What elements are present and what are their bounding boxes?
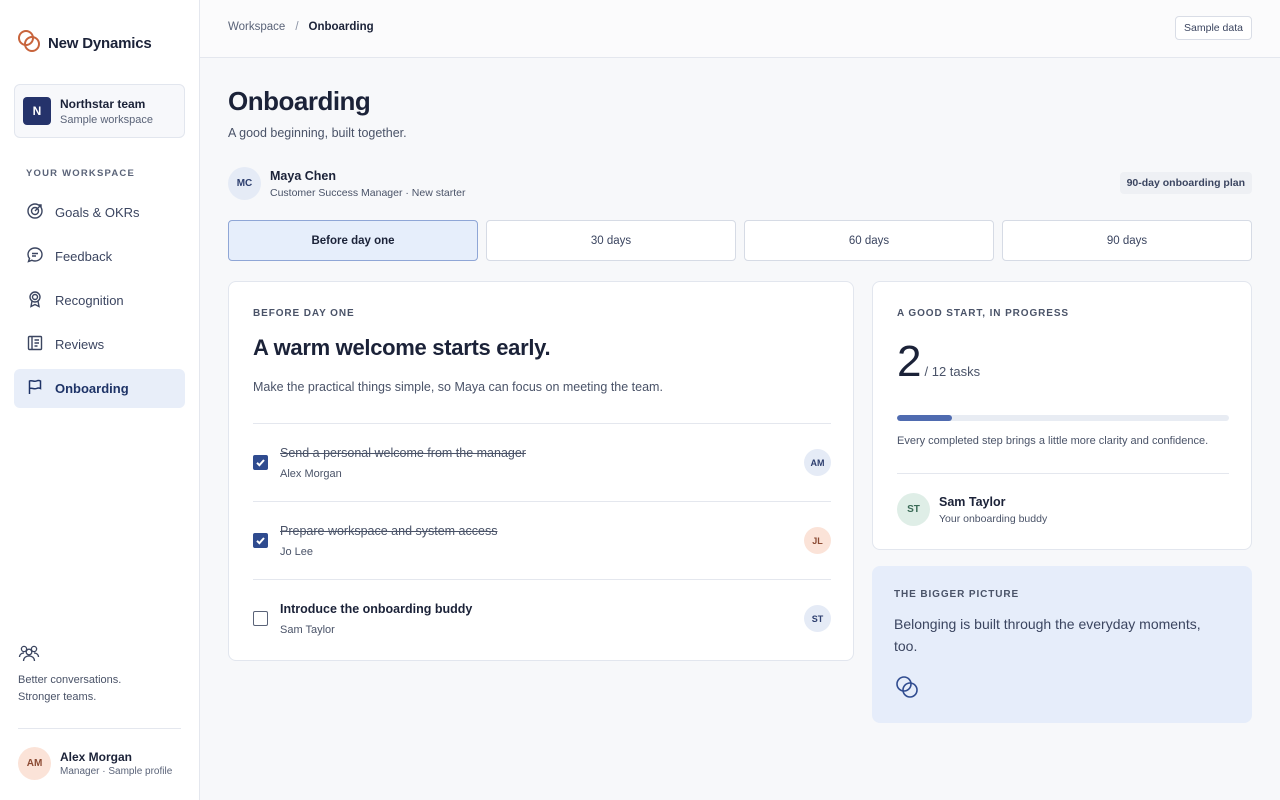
- total-tasks: / 12 tasks: [924, 364, 981, 379]
- list-item: Prepare workspace and system access Jo L…: [253, 501, 831, 579]
- tab-90-days[interactable]: 90 days: [1002, 220, 1252, 261]
- task-owner: Alex Morgan: [280, 468, 342, 480]
- sidebar-item-label: Reviews: [55, 337, 105, 352]
- avatar: ST: [804, 605, 831, 632]
- progress-eyebrow: A GOOD START, IN PROGRESS: [897, 308, 1069, 319]
- tagline-line-1: Better conversations.: [18, 674, 122, 686]
- avatar: AM: [804, 449, 831, 476]
- breadcrumb: Workspace / Onboarding: [228, 21, 374, 33]
- sidebar-item-label: Recognition: [55, 293, 124, 308]
- tab-before-day-one[interactable]: Before day one: [228, 220, 478, 261]
- sidebar-divider: [18, 728, 181, 729]
- breadcrumb-current: Onboarding: [308, 21, 374, 33]
- task-checkbox[interactable]: [253, 533, 268, 548]
- phase-heading: A warm welcome starts early.: [253, 335, 551, 360]
- picture-eyebrow: THE BIGGER PICTURE: [894, 589, 1020, 600]
- progress-bar-fill: [897, 415, 953, 421]
- completed-count: 2: [897, 337, 922, 386]
- progress-note: Every completed step brings a little mor…: [897, 435, 1209, 447]
- task-checkbox[interactable]: [253, 611, 268, 626]
- bigger-picture-card: THE BIGGER PICTURE Belonging is built th…: [872, 566, 1252, 723]
- avatar: AM: [18, 747, 51, 780]
- plan-badge: 90-day onboarding plan: [1119, 172, 1252, 194]
- new-starter-role: Customer Success Manager · New starter: [270, 186, 466, 199]
- phase-card: BEFORE DAY ONE A warm welcome starts ear…: [228, 281, 854, 661]
- sidebar-item-label: Onboarding: [55, 381, 129, 396]
- team-name: Northstar team: [60, 96, 146, 111]
- breadcrumb-workspace[interactable]: Workspace: [228, 21, 285, 33]
- divider: [897, 473, 1229, 474]
- user-name: Alex Morgan: [60, 750, 133, 764]
- award-badge-icon: [26, 290, 44, 311]
- new-starter: MC Maya Chen Customer Success Manager · …: [228, 167, 465, 200]
- picture-text: Belonging is built through the everyday …: [894, 616, 1201, 654]
- task-list: Send a personal welcome from the manager…: [253, 423, 831, 657]
- page-subtitle: A good beginning, built together.: [228, 126, 407, 140]
- task-checkbox[interactable]: [253, 455, 268, 470]
- phase-tabs: Before day one 30 days 60 days 90 days: [228, 220, 1252, 261]
- document-list-icon: [26, 334, 44, 355]
- onboarding-buddy[interactable]: ST Sam Taylor Your onboarding buddy: [897, 493, 1047, 526]
- sidebar-item-feedback[interactable]: Feedback: [14, 237, 185, 276]
- target-icon: [26, 202, 44, 223]
- phase-description: Make the practical things simple, so May…: [253, 380, 663, 394]
- sidebar-item-goals[interactable]: Goals & OKRs: [14, 193, 185, 232]
- chat-bubble-icon: [26, 246, 44, 267]
- sample-data-button[interactable]: Sample data: [1175, 16, 1252, 40]
- people-group-icon: [18, 643, 40, 668]
- new-starter-name: Maya Chen: [270, 168, 336, 183]
- breadcrumb-separator: /: [295, 21, 299, 33]
- linked-rings-icon: [894, 674, 920, 705]
- avatar: MC: [228, 167, 261, 200]
- sidebar-item-onboarding[interactable]: Onboarding: [14, 369, 185, 408]
- sidebar-item-reviews[interactable]: Reviews: [14, 325, 185, 364]
- buddy-role: Your onboarding buddy: [939, 512, 1048, 525]
- task-owner: Jo Lee: [280, 546, 314, 558]
- sidebar-tagline: Better conversations. Stronger teams.: [18, 672, 121, 706]
- buddy-name: Sam Taylor: [939, 494, 1006, 509]
- topbar: Workspace / Onboarding Sample data: [200, 0, 1280, 58]
- nav-heading: YOUR WORKSPACE: [26, 168, 135, 179]
- sidebar-nav: Goals & OKRs Feedback Recognition Review…: [14, 193, 185, 413]
- progress-card: A GOOD START, IN PROGRESS 2 / 12 tasks E…: [872, 281, 1252, 550]
- tab-30-days[interactable]: 30 days: [486, 220, 736, 261]
- task-count: 2 / 12 tasks: [897, 340, 980, 384]
- brand[interactable]: New Dynamics: [16, 28, 152, 59]
- team-avatar: N: [23, 97, 51, 125]
- brand-name: New Dynamics: [48, 35, 152, 52]
- sidebar-item-label: Feedback: [55, 249, 113, 264]
- user-role: Manager · Sample profile: [60, 766, 173, 777]
- team-subtitle: Sample workspace: [60, 113, 153, 126]
- task-title: Prepare workspace and system access: [280, 524, 498, 538]
- user-profile[interactable]: AM Alex Morgan Manager · Sample profile: [18, 747, 172, 780]
- avatar: ST: [897, 493, 930, 526]
- tagline-line-2: Stronger teams.: [18, 691, 97, 703]
- list-item: Send a personal welcome from the manager…: [253, 423, 831, 501]
- task-title: Introduce the onboarding buddy: [280, 602, 473, 616]
- sidebar-item-recognition[interactable]: Recognition: [14, 281, 185, 320]
- page-title: Onboarding: [228, 86, 371, 116]
- tab-60-days[interactable]: 60 days: [744, 220, 994, 261]
- team-switcher[interactable]: N Northstar team Sample workspace: [14, 84, 185, 138]
- avatar: JL: [804, 527, 831, 554]
- sidebar-item-label: Goals & OKRs: [55, 205, 140, 220]
- sidebar: New Dynamics N Northstar team Sample wor…: [0, 0, 200, 800]
- linked-rings-icon: [16, 28, 42, 59]
- progress-bar: [897, 415, 1229, 421]
- task-owner: Sam Taylor: [280, 624, 335, 636]
- flag-icon: [26, 378, 44, 399]
- phase-eyebrow: BEFORE DAY ONE: [253, 308, 355, 319]
- task-title: Send a personal welcome from the manager: [280, 446, 526, 460]
- list-item: Introduce the onboarding buddy Sam Taylo…: [253, 579, 831, 657]
